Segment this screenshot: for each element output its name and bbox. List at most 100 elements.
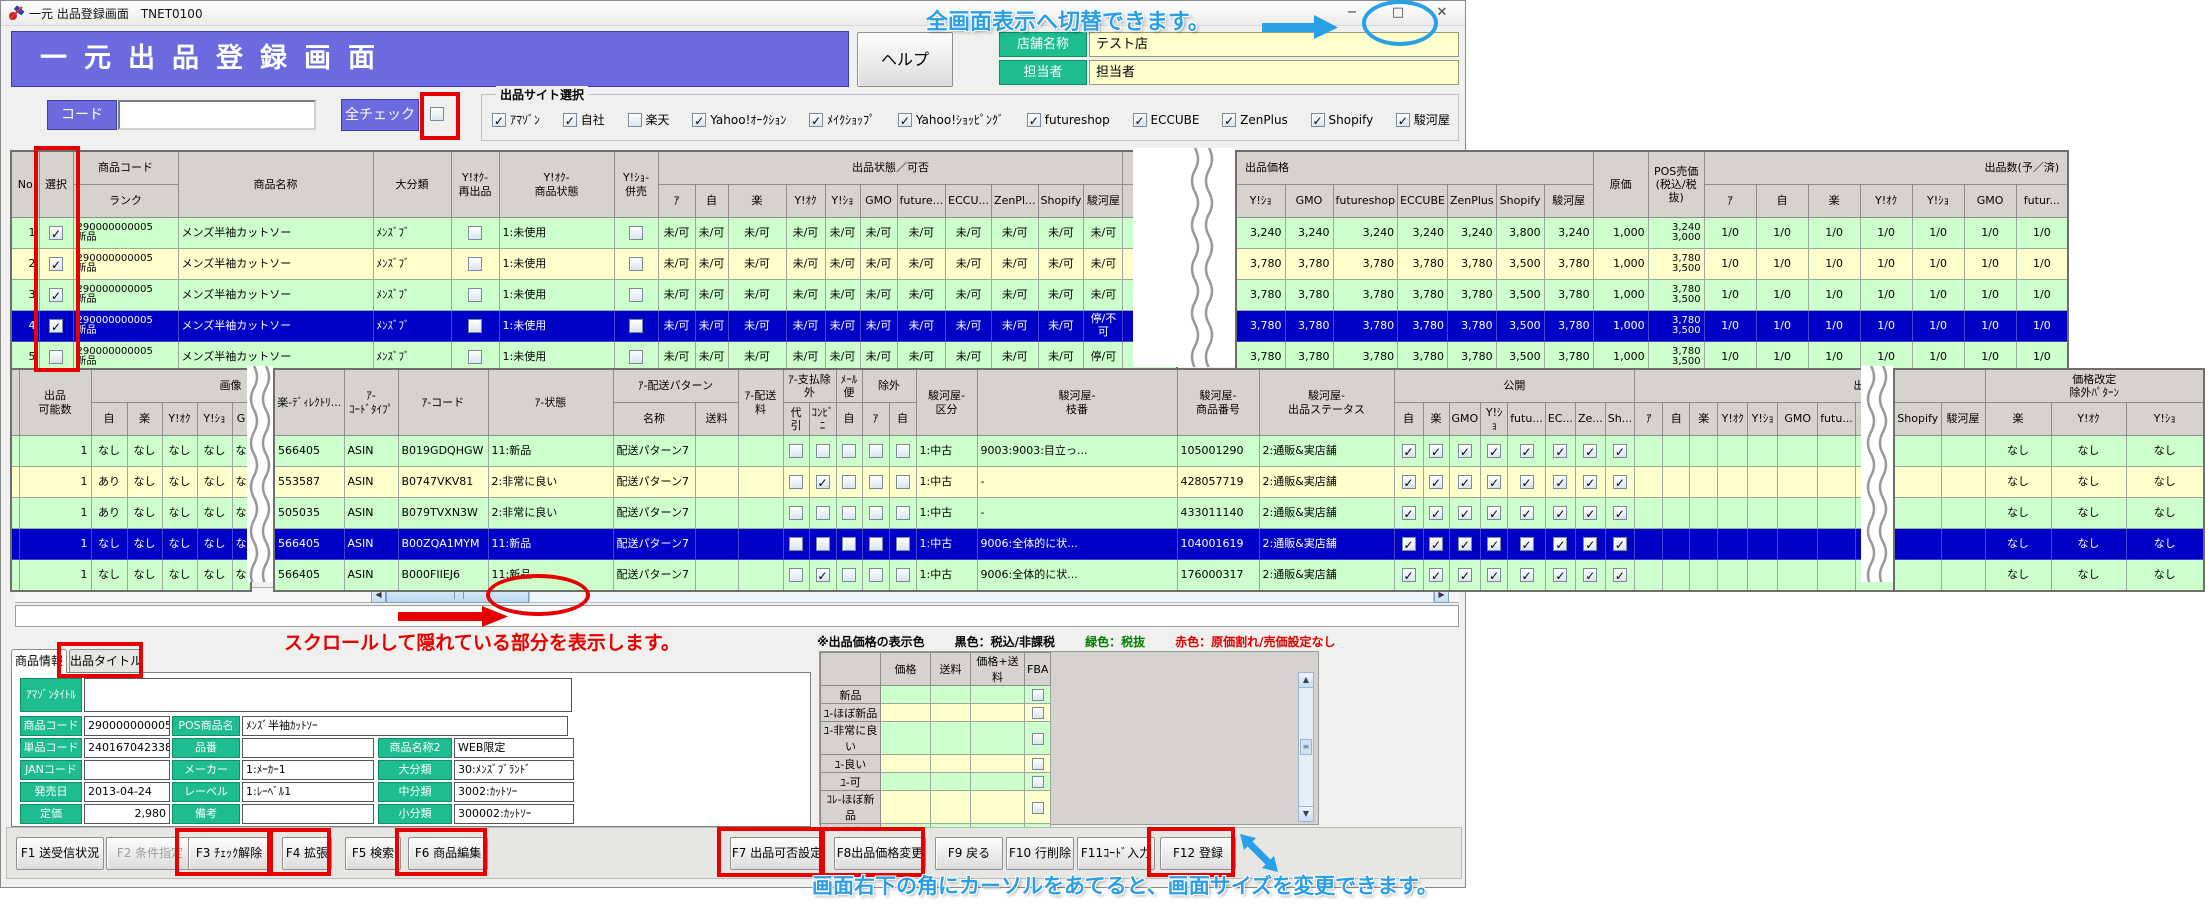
table-row[interactable]: 1ありなしなしなしな: [11, 498, 251, 529]
amazon-title-field[interactable]: [84, 678, 572, 712]
table-row[interactable]: 1なしなしなしなしな: [11, 436, 251, 467]
f10-button[interactable]: F10 行削除: [1006, 837, 1074, 870]
field-label: 大分類: [378, 760, 452, 780]
table-row[interactable]: 3✓290000000005 新品メンズ半袖カットソーﾒﾝｽﾞﾌﾞ1:未使用未/…: [11, 280, 1177, 311]
field-value[interactable]: 2013-04-24: [84, 782, 170, 802]
cell-checkbox: ✓: [1613, 444, 1627, 458]
annotation-box-f4: [269, 828, 331, 876]
field-value[interactable]: [84, 760, 170, 780]
table-row[interactable]: 3,7803,7803,7803,7803,7803,5003,7801,000…: [1236, 249, 2068, 280]
table-row[interactable]: なしなしなし: [1894, 529, 2204, 560]
cell-checkbox: [869, 537, 883, 551]
table-row[interactable]: 3,2403,2403,2403,2403,2403,8003,2401,000…: [1236, 218, 2068, 249]
site-checkbox-ﾒｲｸｼｮｯﾌﾟ[interactable]: ✓ﾒｲｸｼｮｯﾌﾟ: [809, 111, 875, 128]
field-value[interactable]: 1:ﾚｰﾍﾞﾙ1: [242, 782, 374, 802]
hidden-columns-separator: [1133, 148, 1235, 367]
field-label: 備考: [172, 804, 240, 824]
cell-checkbox: [629, 350, 643, 364]
table-header-row: 出品 可能数画像: [11, 369, 251, 403]
table-row[interactable]: 2✓290000000005 新品メンズ半袖カットソーﾒﾝｽﾞﾌﾞ1:未使用未/…: [11, 249, 1177, 280]
site-checkbox-Shopify[interactable]: ✓Shopify: [1311, 111, 1374, 128]
f5-button[interactable]: F5 検索: [345, 837, 401, 870]
table-row[interactable]: 1✓290000000005 新品メンズ半袖カットソーﾒﾝｽﾞﾌﾞ1:未使用未/…: [11, 218, 1177, 249]
f11-button[interactable]: F11ｺｰﾄﾞ入力: [1077, 837, 1155, 870]
vertical-scrollbar-thumb[interactable]: ≡: [1300, 739, 1312, 755]
window-title: 一元 出品登録画面 TNET0100: [29, 5, 203, 22]
field-value[interactable]: 2,980: [84, 804, 170, 824]
title-bar: 一元 出品登録画面 TNET0100 − □ ✕: [1, 1, 1465, 26]
cell-checkbox: [816, 537, 830, 551]
cell-checkbox: ✓: [1458, 506, 1472, 520]
field-value[interactable]: [242, 804, 374, 824]
table-header-row: 出品価格原価POS売価 (税込/税抜)出品数(予／済): [1236, 151, 2068, 185]
table-row[interactable]: 566405ASINB00ZQA1MYM11:新品配送パターン71:中古9006…: [274, 529, 1895, 560]
site-checkbox-自社[interactable]: ✓自社: [563, 111, 605, 128]
field-value[interactable]: 3002:ｶｯﾄｿｰ: [454, 782, 574, 802]
table-row[interactable]: なしなしなし: [1894, 498, 2204, 529]
cell-checkbox: ✓: [1520, 537, 1534, 551]
cell-checkbox: [468, 288, 482, 302]
table-row[interactable]: 566405ASINB019GDQHGW11:新品配送パターン71:中古9003…: [274, 436, 1895, 467]
field-value[interactable]: 240167042338: [84, 738, 170, 758]
scroll-down-button[interactable]: ▼: [1299, 806, 1313, 821]
listing-table-left: No選択商品コード商品名称大分類Y!ｵｸ- 再出品Y!ｵｸ- 商品状態Y!ｼｮ-…: [10, 150, 1178, 374]
field-label: 定価: [20, 804, 82, 824]
field-value[interactable]: [242, 738, 374, 758]
cell-checkbox: [896, 506, 910, 520]
site-checkbox-Yahoo!ｼｮｯﾋﾟﾝｸﾞ[interactable]: ✓Yahoo!ｼｮｯﾋﾟﾝｸﾞ: [898, 111, 1004, 128]
cell-checkbox: [629, 288, 643, 302]
site-checkbox-ZenPlus[interactable]: ✓ZenPlus: [1222, 111, 1288, 128]
table-row[interactable]: 4✓290000000005 新品メンズ半袖カットソーﾒﾝｽﾞﾌﾞ1:未使用未/…: [11, 311, 1177, 342]
screen: 一元 出品登録画面 TNET0100 − □ ✕ 一元出品登録画面 ヘルプ 店舗…: [0, 0, 2212, 913]
f1-button[interactable]: F1 送受信状況: [16, 837, 104, 870]
f9-button[interactable]: F9 戻る: [935, 837, 1003, 870]
site-checkbox-楽天[interactable]: 楽天: [628, 111, 670, 128]
detail-table-right: 価格改定 除外ﾊﾟﾀｰﾝShopify駿河屋楽Y!ｵｸY!ｼｮなしなしなしなしな…: [1893, 368, 2205, 592]
cell-checkbox: ✓: [1613, 506, 1627, 520]
detail-table-left: 出品 可能数画像自楽Y!ｵｸY!ｼｮG1なしなしなしなしな1ありなしなしなしな1…: [10, 368, 252, 592]
cell-checkbox: [816, 506, 830, 520]
table-row[interactable]: 553587ASINB0747VKV812:非常に良い配送パターン7✓1:中古-…: [274, 467, 1895, 498]
cell-checkbox: ✓: [1583, 506, 1597, 520]
check-all-button[interactable]: 全チェック: [341, 99, 419, 131]
code-input[interactable]: [118, 100, 316, 130]
table-row[interactable]: なしなしなし: [1894, 436, 2204, 467]
site-checkbox-駿河屋[interactable]: ✓駿河屋: [1396, 111, 1450, 128]
site-checkbox-futureshop[interactable]: ✓futureshop: [1027, 111, 1110, 128]
form-field-中分類: 中分類3002:ｶｯﾄｿｰ: [378, 782, 578, 802]
help-button[interactable]: ヘルプ: [857, 32, 953, 87]
table-row[interactable]: なしなしなし: [1894, 467, 2204, 498]
field-label: 発売日: [20, 782, 82, 802]
table-row[interactable]: 1なしなしなしなしな: [11, 560, 251, 592]
price-table-row: ｺﾚ-ほぼ新品: [821, 791, 1051, 824]
table-row[interactable]: 3,7803,7803,7803,7803,7803,5003,7801,000…: [1236, 280, 2068, 311]
cell-checkbox: [468, 350, 482, 364]
price-color-legend: ※出品価格の表示色 黒色：税込/非課税 緑色：税抜 赤色：原価割れ/売価設定なし: [817, 633, 1335, 650]
field-value[interactable]: 30:ﾒﾝｽﾞﾌﾞﾗﾝﾄﾞ: [454, 760, 574, 780]
table-row[interactable]: 1ありなしなしなしな: [11, 467, 251, 498]
field-value[interactable]: 1:ﾒｰｶｰ1: [242, 760, 374, 780]
table-row[interactable]: 1なしなしなしなしな: [11, 529, 251, 560]
red-arrow-icon: [398, 602, 510, 630]
table-row[interactable]: 505035ASINB079TVXN3W2:非常に良い配送パターン71:中古-4…: [274, 498, 1895, 529]
person-field[interactable]: 担当者: [1089, 60, 1459, 85]
field-value[interactable]: 290000000005: [84, 716, 170, 736]
cell-checkbox: ✓: [1402, 568, 1416, 582]
field-value[interactable]: 300002:ｶｯﾄｿｰ: [454, 804, 574, 824]
site-checkbox-ECCUBE[interactable]: ✓ECCUBE: [1133, 111, 1200, 128]
field-value[interactable]: WEB限定: [454, 738, 574, 758]
site-checkbox-Yahoo!ｵｰｸｼｮﾝ[interactable]: ✓Yahoo!ｵｰｸｼｮﾝ: [692, 111, 786, 128]
field-value[interactable]: ﾒﾝｽﾞ半袖ｶｯﾄｿｰ: [242, 716, 568, 736]
form-field-定価: 定価2,980: [20, 804, 172, 824]
cell-checkbox: [842, 568, 856, 582]
fba-checkbox: [1032, 776, 1044, 788]
legend-red: 赤色：原価割れ/売価設定なし: [1175, 633, 1335, 650]
table-row[interactable]: 3,7803,7803,7803,7803,7803,5003,7801,000…: [1236, 311, 2068, 342]
vertical-scrollbar[interactable]: ▲ ≡ ▼: [1298, 672, 1314, 822]
site-checkbox-ｱﾏｿﾞﾝ[interactable]: ✓ｱﾏｿﾞﾝ: [492, 111, 540, 128]
table-row[interactable]: なしなしなし: [1894, 560, 2204, 592]
app-icon: [8, 5, 24, 21]
cell-checkbox: ✓: [1583, 537, 1597, 551]
cell-checkbox: [896, 444, 910, 458]
scroll-up-button[interactable]: ▲: [1299, 673, 1313, 688]
